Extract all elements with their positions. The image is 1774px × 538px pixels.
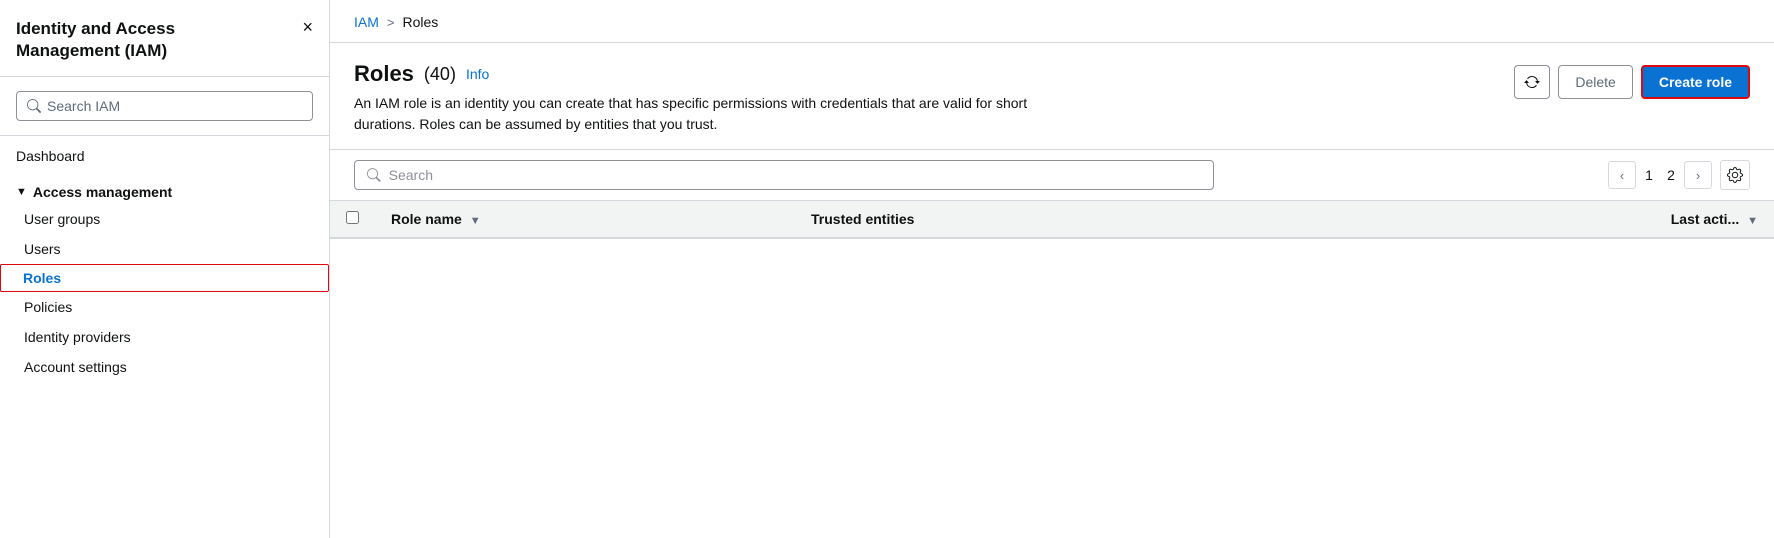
sidebar-search-container [0,77,329,136]
main-content: IAM > Roles Roles (40) Info An IAM role … [330,0,1774,538]
table-search-icon [367,168,381,182]
last-activity-sort-icon: ▼ [1747,215,1758,227]
table-search-wrap[interactable] [354,160,1214,190]
pagination-page-1[interactable]: 1 [1640,167,1658,183]
sidebar-close-button[interactable]: × [302,18,313,36]
th-last-activity[interactable]: Last acti... ▼ [1594,201,1774,238]
page-title: Roles [354,61,414,87]
search-icon [27,99,41,113]
table-area: Role name ▼ Trusted entities Last acti..… [330,201,1774,538]
pagination-prev-button[interactable]: ‹ [1608,161,1636,189]
table-toolbar: ‹ 1 2 › [330,150,1774,201]
th-role-name[interactable]: Role name ▼ [375,201,795,238]
breadcrumb-current: Roles [402,14,438,30]
sidebar-item-user-groups[interactable]: User groups [0,204,329,234]
access-management-label: Access management [33,184,172,200]
breadcrumb-separator: > [387,15,395,30]
sidebar-section-access-management[interactable]: ▼ Access management [0,172,329,204]
sidebar-header: Identity and Access Management (IAM) × [0,0,329,77]
refresh-button[interactable] [1514,65,1550,99]
pagination-settings-button[interactable] [1720,160,1750,190]
refresh-icon [1524,74,1540,90]
page-header: Roles (40) Info An IAM role is an identi… [330,43,1774,150]
table-pagination: ‹ 1 2 › [1608,160,1750,190]
sidebar-nav: Dashboard ▼ Access management User group… [0,136,329,386]
page-header-actions: Delete Create role [1514,65,1750,99]
breadcrumb-iam-link[interactable]: IAM [354,14,379,30]
page-header-left: Roles (40) Info An IAM role is an identi… [354,61,1514,135]
sidebar-item-users[interactable]: Users [0,234,329,264]
sidebar-search-box[interactable] [16,91,313,121]
search-input[interactable] [47,98,302,114]
sidebar-item-identity-providers[interactable]: Identity providers [0,322,329,352]
roles-table: Role name ▼ Trusted entities Last acti..… [330,201,1774,239]
page-description: An IAM role is an identity you can creat… [354,93,1074,135]
select-all-checkbox[interactable] [346,211,359,224]
sidebar-item-account-settings[interactable]: Account settings [0,352,329,382]
sidebar-item-policies[interactable]: Policies [0,292,329,322]
gear-icon [1727,167,1743,183]
sidebar-title: Identity and Access Management (IAM) [16,18,175,62]
table-header-row: Role name ▼ Trusted entities Last acti..… [330,201,1774,238]
pagination-page-2[interactable]: 2 [1662,167,1680,183]
pagination-next-button[interactable]: › [1684,161,1712,189]
title-row: Roles (40) Info [354,61,1514,87]
delete-button[interactable]: Delete [1558,65,1632,99]
table-search-input[interactable] [389,167,1201,183]
sidebar-item-dashboard[interactable]: Dashboard [0,140,329,172]
breadcrumb: IAM > Roles [330,0,1774,43]
role-name-sort-icon: ▼ [470,215,481,227]
roles-count: (40) [424,64,456,85]
th-trusted-entities: Trusted entities [795,201,1594,238]
info-link[interactable]: Info [466,66,489,82]
th-checkbox [330,201,375,238]
sidebar-item-roles[interactable]: Roles [0,264,329,292]
chevron-down-icon: ▼ [16,186,27,198]
create-role-button[interactable]: Create role [1641,65,1750,99]
sidebar: Identity and Access Management (IAM) × D… [0,0,330,538]
